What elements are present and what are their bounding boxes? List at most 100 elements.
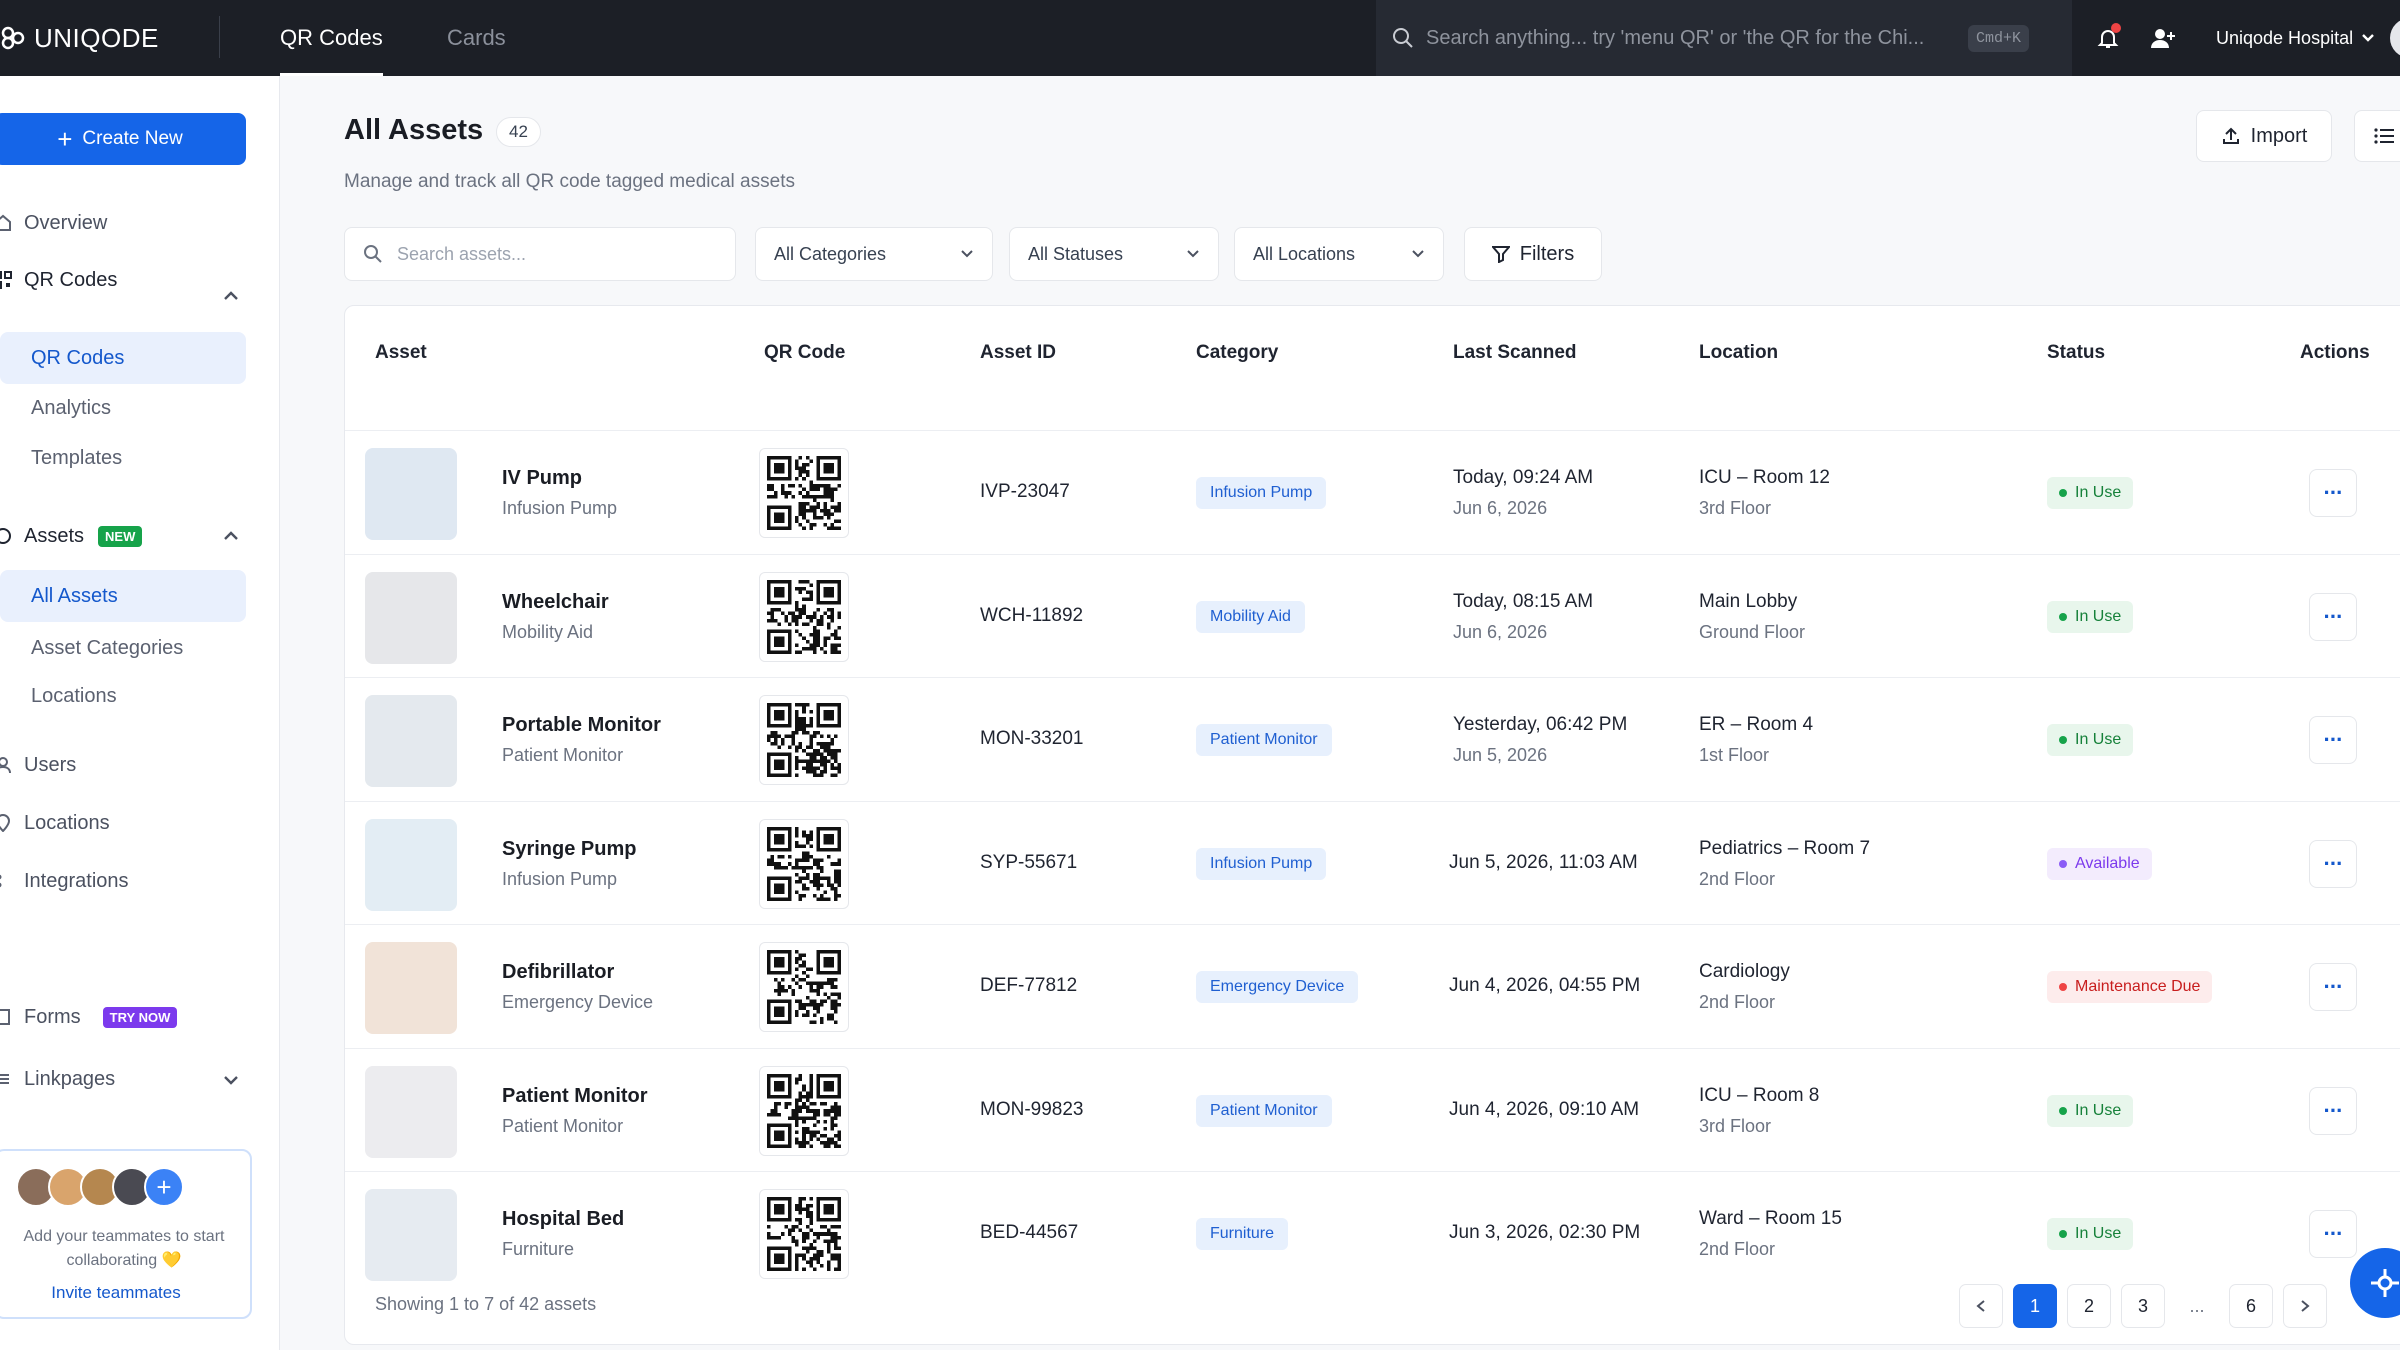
- status-dot: [2059, 983, 2067, 991]
- column-header[interactable]: Actions: [2300, 342, 2370, 364]
- try-now-badge: TRY NOW: [102, 1006, 178, 1028]
- asset-id: MON-99823: [980, 1098, 1084, 1120]
- chevron-up-icon[interactable]: [222, 287, 240, 305]
- asset-search[interactable]: [344, 227, 736, 281]
- column-header[interactable]: Status: [2047, 342, 2105, 364]
- asset-name[interactable]: Defibrillator: [502, 961, 614, 984]
- sidebar-item-all-assets[interactable]: All Assets: [0, 570, 246, 622]
- column-header[interactable]: Category: [1196, 342, 1278, 364]
- chevron-up-icon[interactable]: [222, 527, 240, 545]
- sidebar-item-label: Overview: [24, 211, 108, 234]
- sidebar-item-qr-codes[interactable]: QR Codes: [0, 332, 246, 384]
- asset-search-input[interactable]: [397, 243, 717, 265]
- global-search-input[interactable]: Search anything... try 'menu QR' or 'the…: [1426, 27, 1956, 50]
- table-row[interactable]: Wheelchair Mobility Aid WCH-11892 Mobility …: [345, 553, 2400, 678]
- global-search[interactable]: Search anything... try 'menu QR' or 'the…: [1376, 0, 2072, 76]
- add-teammate-button[interactable]: +: [144, 1167, 184, 1207]
- previous-page-button[interactable]: [1959, 1284, 2003, 1328]
- more-actions-button[interactable]: ···: [2309, 1086, 2357, 1135]
- qr-code-thumbnail[interactable]: [759, 1065, 849, 1156]
- asset-name[interactable]: Portable Monitor: [502, 714, 661, 737]
- column-header[interactable]: Asset ID: [980, 342, 1056, 364]
- asset-name[interactable]: Syringe Pump: [502, 838, 636, 861]
- table-row[interactable]: Patient Monitor Patient Monitor MON-99823 P…: [345, 1047, 2400, 1172]
- invite-teammates-link[interactable]: Invite teammates: [0, 1283, 236, 1303]
- more-actions-button[interactable]: ···: [2309, 839, 2357, 888]
- more-actions-button[interactable]: ···: [2309, 469, 2357, 517]
- table-row[interactable]: Portable Monitor Patient Monitor MON-33201…: [345, 677, 2400, 801]
- qr-code-thumbnail[interactable]: [759, 942, 849, 1032]
- column-header[interactable]: QR Code: [764, 342, 845, 364]
- next-page-button[interactable]: [2283, 1284, 2327, 1328]
- org-switcher[interactable]: Uniqode Hospital: [2216, 0, 2375, 76]
- add-user-button[interactable]: [2144, 19, 2182, 57]
- sidebar-item-integrations[interactable]: Integrations: [0, 863, 129, 899]
- sidebar-item-label: Forms: [24, 1005, 81, 1028]
- table-row[interactable]: Syringe Pump Infusion Pump SYP-55671 Infusi…: [345, 800, 2400, 925]
- page-button[interactable]: 3: [2121, 1284, 2165, 1328]
- column-header[interactable]: Last Scanned: [1453, 342, 1577, 364]
- sidebar-item-overview[interactable]: Overview: [0, 205, 107, 241]
- sidebar-item-analytics[interactable]: Analytics: [0, 382, 246, 434]
- list-icon: [2374, 128, 2394, 144]
- logo-icon: [1, 26, 25, 50]
- filter-icon: [1491, 246, 1510, 263]
- page-button[interactable]: 1: [2013, 1284, 2057, 1328]
- user-avatar[interactable]: [2390, 18, 2400, 58]
- more-actions-button[interactable]: ···: [2309, 716, 2357, 764]
- asset-name[interactable]: Hospital Bed: [502, 1208, 624, 1231]
- asset-image: [365, 571, 457, 664]
- filters-button[interactable]: Filters: [1464, 227, 1602, 281]
- tab-cards[interactable]: Cards: [447, 0, 506, 76]
- notifications-button[interactable]: [2089, 19, 2127, 57]
- qr-code-thumbnail[interactable]: [759, 448, 849, 538]
- import-button[interactable]: Import: [2196, 110, 2332, 162]
- last-scanned-date: Jun 6, 2026: [1453, 621, 1548, 642]
- location-name: ICU – Room 8: [1699, 1084, 1820, 1106]
- asset-id: WCH-11892: [980, 604, 1084, 626]
- sidebar-item-asset-locations[interactable]: Locations: [0, 670, 246, 722]
- last-scanned-date: Jun 6, 2026: [1453, 498, 1548, 518]
- sidebar-item-locations[interactable]: Locations: [0, 805, 110, 841]
- chevron-down-icon[interactable]: [222, 1071, 240, 1089]
- column-header[interactable]: Location: [1699, 342, 1778, 364]
- list-view-button[interactable]: [2354, 110, 2400, 162]
- sidebar-item-asset-categories[interactable]: Asset Categories: [0, 622, 246, 674]
- asset-name[interactable]: Wheelchair: [502, 591, 609, 614]
- chevron-down-icon: [2362, 34, 2374, 42]
- sidebar-item-label: Assets: [24, 524, 85, 547]
- logo[interactable]: UNIQODE: [0, 18, 159, 58]
- qr-code-thumbnail[interactable]: [759, 695, 849, 785]
- more-actions-button[interactable]: ···: [2309, 592, 2357, 641]
- page-button[interactable]: 6: [2229, 1284, 2273, 1328]
- qr-code-thumbnail[interactable]: [759, 818, 849, 909]
- more-actions-button[interactable]: ···: [2309, 963, 2357, 1011]
- qr-code-thumbnail[interactable]: [759, 1189, 849, 1279]
- column-header[interactable]: Asset: [375, 342, 427, 364]
- location-name: ICU – Room 12: [1699, 467, 1830, 488]
- table-row[interactable]: Defibrillator Emergency Device DEF-77812 Em…: [345, 924, 2400, 1048]
- status-badge: In Use: [2047, 600, 2134, 633]
- sidebar-item-linkpages[interactable]: Linkpages: [0, 1061, 115, 1097]
- location-name: ER – Room 4: [1699, 714, 1814, 735]
- table-row[interactable]: IV Pump Infusion Pump IVP-23047 Infusion Pu…: [345, 430, 2400, 554]
- location-filter[interactable]: All Locations: [1234, 227, 1444, 281]
- sidebar-item-forms[interactable]: Forms TRY NOW: [0, 999, 178, 1035]
- asset-name[interactable]: IV Pump: [502, 467, 582, 490]
- table-row[interactable]: Hospital Bed Furniture BED-44567 Furniture J…: [345, 1171, 2400, 1295]
- page-button[interactable]: 2: [2067, 1284, 2111, 1328]
- qr-code-thumbnail[interactable]: [759, 571, 849, 662]
- create-new-button[interactable]: + Create New: [0, 113, 246, 165]
- asset-name[interactable]: Patient Monitor: [502, 1085, 648, 1108]
- tab-qr-codes[interactable]: QR Codes: [280, 0, 383, 76]
- sidebar-section-qr-codes[interactable]: QR Codes: [0, 262, 117, 298]
- page-ellipsis: ...: [2175, 1284, 2219, 1328]
- more-actions-button[interactable]: ···: [2309, 1210, 2357, 1258]
- sidebar-item-templates[interactable]: Templates: [0, 432, 246, 484]
- notification-dot: [2111, 23, 2121, 33]
- category-filter[interactable]: All Categories: [755, 227, 993, 281]
- status-filter[interactable]: All Statuses: [1009, 227, 1219, 281]
- last-scanned: Jun 3, 2026, 02:30 PM: [1449, 1222, 1641, 1243]
- sidebar-section-assets[interactable]: Assets NEW: [0, 518, 143, 554]
- sidebar-item-users[interactable]: Users: [0, 747, 76, 783]
